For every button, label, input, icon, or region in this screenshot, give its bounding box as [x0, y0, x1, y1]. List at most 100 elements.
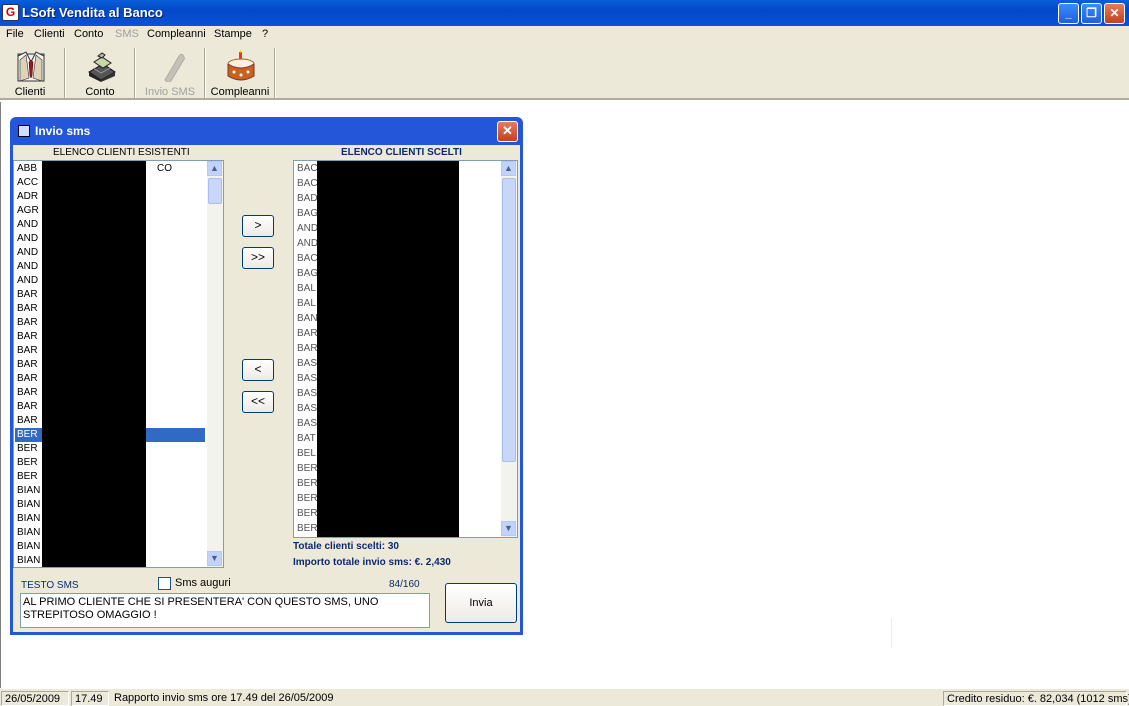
- client-list-item[interactable]: AND: [17, 232, 38, 246]
- right-list-scrollbar[interactable]: ▲ ▼: [501, 161, 517, 537]
- chosen-client-list-item[interactable]: BAS: [297, 372, 317, 386]
- char-counter: 84/160: [389, 579, 420, 590]
- chosen-client-list-item[interactable]: BAS: [297, 417, 317, 431]
- client-list-item[interactable]: BAR: [17, 288, 38, 302]
- chosen-client-list-item[interactable]: BAD: [297, 192, 318, 206]
- redacted-area: [42, 161, 146, 567]
- dialog-close-button[interactable]: ✕: [497, 121, 518, 142]
- client-list-item[interactable]: BAR: [17, 344, 38, 358]
- scroll-down-icon[interactable]: ▼: [501, 521, 516, 536]
- toolbar-separator: [134, 48, 136, 98]
- menu-compleanni[interactable]: Compleanni: [147, 28, 206, 40]
- chosen-client-list-item[interactable]: AND: [297, 222, 318, 236]
- minimize-button[interactable]: _: [1058, 3, 1079, 24]
- client-list-item[interactable]: BER: [17, 456, 38, 470]
- client-list-item[interactable]: ACC: [17, 176, 38, 190]
- chosen-client-list-item[interactable]: BER: [297, 507, 318, 521]
- dialog-title-bar: Invio sms ✕: [10, 117, 523, 145]
- chosen-client-list-item[interactable]: BAR: [297, 327, 318, 341]
- chosen-client-list-item[interactable]: BAC: [297, 252, 318, 266]
- client-suit-icon: [17, 51, 45, 82]
- client-list-item[interactable]: BER: [17, 442, 38, 456]
- menu-stampe[interactable]: Stampe: [214, 28, 252, 40]
- scroll-up-icon[interactable]: ▲: [207, 161, 222, 176]
- menu-sms: SMS: [115, 28, 139, 40]
- client-list-item[interactable]: ADR: [17, 190, 38, 204]
- remove-all-clients-button[interactable]: <<: [242, 391, 274, 413]
- invio-sms-dialog: Invio sms ✕ ELENCO CLIENTI ESISTENTI ELE…: [10, 117, 523, 635]
- scroll-thumb[interactable]: [208, 178, 222, 204]
- sms-text-field[interactable]: AL PRIMO CLIENTE CHE SI PRESENTERA' CON …: [20, 593, 430, 628]
- client-list-item[interactable]: AND: [17, 218, 38, 232]
- chosen-client-list-item[interactable]: BAC: [297, 177, 318, 191]
- remove-client-button[interactable]: <: [242, 359, 274, 381]
- chosen-client-list-item[interactable]: BAL: [297, 297, 316, 311]
- client-list-item[interactable]: BAR: [17, 358, 38, 372]
- chosen-client-list-item[interactable]: BAN: [297, 312, 318, 326]
- compleanni-toolbar-button[interactable]: Compleanni: [210, 48, 270, 98]
- chosen-client-list-item[interactable]: BAR: [297, 342, 318, 356]
- client-list-item[interactable]: BAR: [17, 386, 38, 400]
- chosen-clients-header: ELENCO CLIENTI SCELTI: [341, 147, 462, 158]
- chosen-client-list-item[interactable]: BAG: [297, 267, 318, 281]
- chosen-client-list-item[interactable]: BAS: [297, 402, 317, 416]
- chosen-client-list-item[interactable]: BAS: [297, 387, 317, 401]
- menu-help[interactable]: ?: [262, 28, 268, 40]
- client-list-item[interactable]: BAR: [17, 414, 38, 428]
- chosen-client-list-item[interactable]: BAG: [297, 207, 318, 221]
- scroll-down-icon[interactable]: ▼: [207, 551, 222, 566]
- left-list-scrollbar[interactable]: ▲ ▼: [207, 161, 223, 567]
- existing-clients-list[interactable]: CO ▲ ▼ ABB ACC ADR AGR AND AND AND AND AND BAR BAR…: [13, 160, 224, 568]
- menu-bar: File Clienti Conto SMS Compleanni Stampe…: [0, 26, 1129, 45]
- chosen-client-list-item[interactable]: BER: [297, 477, 318, 491]
- menu-conto[interactable]: Conto: [74, 28, 103, 40]
- cash-register-icon: [88, 52, 116, 82]
- invia-button[interactable]: Invia: [445, 583, 517, 623]
- client-list-item[interactable]: BIAN: [17, 554, 40, 567]
- close-window-button[interactable]: ✕: [1104, 3, 1125, 24]
- client-list-item[interactable]: ABB: [17, 162, 37, 176]
- client-list-item[interactable]: BAR: [17, 330, 38, 344]
- client-list-item[interactable]: BIAN: [17, 540, 40, 554]
- client-list-item[interactable]: BIAN: [17, 526, 40, 540]
- restore-button[interactable]: ❐: [1081, 3, 1102, 24]
- scroll-up-icon[interactable]: ▲: [501, 161, 516, 176]
- client-list-item[interactable]: BIAN: [17, 484, 40, 498]
- status-credit: Credito residuo: €. 82,034 (1012 sms): [943, 691, 1129, 706]
- client-list-item[interactable]: BAR: [17, 372, 38, 386]
- chosen-client-list-item[interactable]: BAS: [297, 357, 317, 371]
- client-list-item[interactable]: AND: [17, 246, 38, 260]
- add-all-clients-button[interactable]: >>: [242, 247, 274, 269]
- client-list-item[interactable]: AND: [17, 260, 38, 274]
- clienti-label: Clienti: [14, 86, 46, 98]
- chosen-client-list-item[interactable]: BER: [297, 492, 318, 506]
- menu-file[interactable]: File: [6, 28, 24, 40]
- scroll-thumb[interactable]: [502, 178, 516, 462]
- redacted-area: [317, 161, 459, 537]
- menu-clienti[interactable]: Clienti: [34, 28, 65, 40]
- chosen-client-list-item[interactable]: BER: [297, 522, 318, 536]
- client-list-item[interactable]: BAR: [17, 302, 38, 316]
- client-list-item[interactable]: BIAN: [17, 512, 40, 526]
- chosen-client-list-item[interactable]: BAL: [297, 282, 316, 296]
- existing-clients-header: ELENCO CLIENTI ESISTENTI: [53, 147, 190, 158]
- sms-auguri-checkbox[interactable]: [158, 577, 171, 590]
- client-list-item[interactable]: BAR: [17, 400, 38, 414]
- chosen-client-list-item[interactable]: BER: [297, 462, 318, 476]
- chosen-client-list-item[interactable]: AND: [297, 237, 318, 251]
- chosen-client-list-item[interactable]: BAC: [297, 162, 318, 176]
- app-icon: G: [2, 4, 19, 21]
- client-list-item[interactable]: BER: [17, 470, 38, 484]
- conto-toolbar-button[interactable]: Conto: [70, 48, 130, 98]
- add-client-button[interactable]: >: [242, 215, 274, 237]
- client-list-item[interactable]: BAR: [17, 316, 38, 330]
- mobile-phone-icon: [164, 53, 185, 82]
- chosen-client-list-item[interactable]: BEL: [297, 447, 316, 461]
- clienti-toolbar-button[interactable]: Clienti: [0, 48, 60, 98]
- chosen-clients-list[interactable]: ▲ ▼ BAC BAC BAD BAG AND AND BAC BAG BAL BAL BAN BAR…: [293, 160, 518, 538]
- client-list-item[interactable]: BIAN: [17, 498, 40, 512]
- client-list-item[interactable]: AND: [17, 274, 38, 288]
- chosen-client-list-item[interactable]: BAT: [297, 432, 316, 446]
- conto-label: Conto: [85, 86, 115, 98]
- client-list-item[interactable]: AGR: [17, 204, 39, 218]
